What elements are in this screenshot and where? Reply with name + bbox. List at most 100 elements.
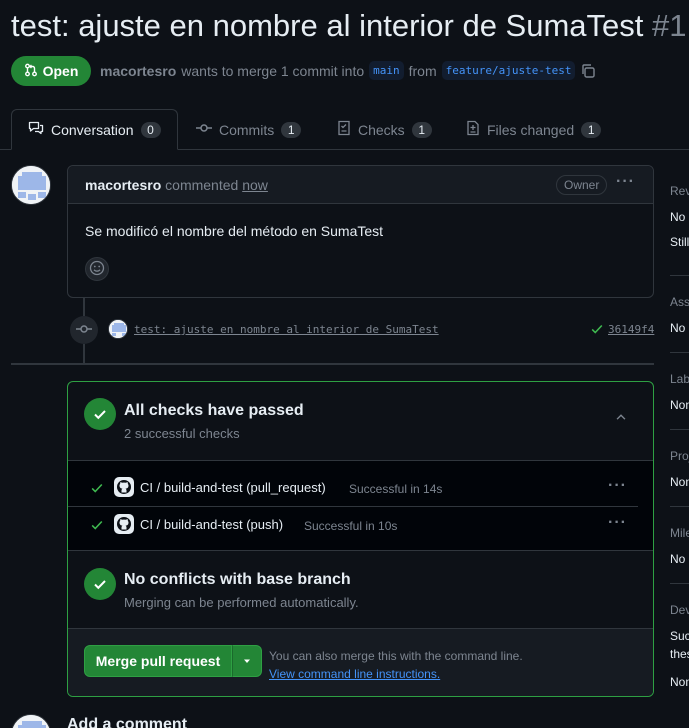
check-row[interactable]: CI / build-and-test (pull_request) Succe… [68, 469, 653, 506]
head-branch[interactable]: feature/ajuste-test [441, 61, 576, 80]
pull-request-icon [24, 63, 38, 80]
avatar[interactable] [11, 165, 51, 205]
comment-box: macortesro commented now Owner ··· Se mo… [67, 165, 654, 298]
smiley-icon [89, 260, 105, 279]
checklist-icon [337, 120, 351, 139]
tab-checks-label: Checks [358, 121, 405, 138]
sidebar-development-line1: Suc [670, 629, 689, 643]
tab-commits[interactable]: Commits 1 [196, 109, 302, 150]
conflicts-status-icon [84, 568, 116, 600]
pr-title-text: test: ajuste en nombre al interior de Su… [11, 8, 644, 43]
merge-area: Merge pull request You can also merge th… [68, 628, 653, 696]
check-name: CI / build-and-test (push) [140, 517, 284, 532]
check-icon [90, 518, 104, 535]
commit-timeline-badge [70, 316, 98, 344]
tab-commits-count: 1 [281, 121, 302, 138]
triangle-down-icon [242, 653, 252, 669]
timeline-divider [11, 363, 654, 365]
tab-files-changed-label: Files changed [487, 121, 575, 138]
tab-files-changed[interactable]: Files changed 1 [466, 109, 602, 150]
comment-header: macortesro commented now Owner ··· [68, 166, 653, 204]
pr-meta-text: wants to merge 1 commit into [181, 62, 365, 79]
commit-avatar[interactable] [108, 319, 128, 339]
tab-conversation[interactable]: Conversation 0 [11, 109, 178, 150]
check-row[interactable]: CI / build-and-test (push) Successful in… [68, 506, 653, 543]
base-branch[interactable]: main [369, 61, 404, 80]
sidebar-projects-value: Non [670, 475, 689, 489]
sidebar-reviewers-value: No [670, 210, 686, 224]
add-comment-title: Add a comment [67, 716, 188, 728]
checks-title: All checks have passed [124, 402, 304, 419]
checks-status-icon [84, 398, 116, 430]
chevron-up-icon[interactable] [614, 410, 628, 427]
merge-dropdown-button[interactable] [232, 645, 262, 677]
from-text: from [408, 62, 437, 79]
sidebar-labels-value: Non [670, 398, 689, 412]
sidebar-projects-heading: Proj [670, 449, 689, 463]
commit-icon [76, 321, 92, 340]
sidebar-assignees-value: No [670, 321, 686, 335]
conflicts-subtitle: Merging can be performed automatically. [124, 595, 359, 610]
merge-button[interactable]: Merge pull request [84, 645, 232, 677]
comment-action: commented [165, 177, 239, 193]
comment-author-line: macortesro commented now [85, 177, 268, 193]
tab-commits-label: Commits [219, 121, 275, 138]
sidebar-development-value: Non [670, 675, 689, 689]
commit-sha-link[interactable]: 36149f4 [608, 323, 654, 336]
merge-note: You can also merge this with the command… [269, 647, 523, 683]
conflicts-title: No conflicts with base branch [124, 571, 351, 588]
sidebar-divider [670, 583, 689, 584]
sidebar-divider [670, 429, 689, 430]
tab-checks[interactable]: Checks 1 [337, 109, 432, 150]
copy-icon[interactable] [580, 63, 596, 79]
sidebar-reviewers-heading: Rev [670, 184, 689, 198]
github-actions-icon [114, 477, 134, 497]
tab-conversation-count: 0 [140, 121, 161, 138]
kebab-menu-icon[interactable]: ··· [608, 514, 627, 532]
checks-list: CI / build-and-test (pull_request) Succe… [68, 460, 653, 551]
comment-time[interactable]: now [242, 177, 268, 193]
merge-box: All checks have passed 2 successful chec… [67, 381, 654, 697]
commit-message-link[interactable]: test: ajuste en nombre al interior de Su… [134, 323, 439, 336]
pr-meta: macortesro wants to merge 1 commit into … [100, 61, 596, 80]
sidebar-development-heading: Dev [670, 603, 689, 617]
owner-badge: Owner [556, 175, 608, 195]
sidebar-development-line2: thes [670, 647, 689, 661]
comment-author[interactable]: macortesro [85, 177, 161, 193]
checks-subtitle: 2 successful checks [124, 426, 240, 441]
sidebar-reviewers-note: Still [670, 235, 689, 249]
add-reaction-button[interactable] [85, 257, 109, 281]
timeline-line [83, 344, 85, 363]
timeline-line [83, 298, 85, 316]
check-status: Successful in 10s [304, 519, 398, 533]
pr-title: test: ajuste en nombre al interior de Su… [11, 8, 687, 44]
command-line-instructions-link[interactable]: View command line instructions. [269, 665, 523, 683]
check-icon [90, 481, 104, 498]
pr-state-badge: Open [11, 56, 91, 86]
sidebar-divider [670, 506, 689, 507]
kebab-menu-icon[interactable]: ··· [616, 173, 635, 191]
sidebar-divider [670, 275, 689, 276]
check-icon [590, 322, 604, 339]
merge-note-text: You can also merge this with the command… [269, 649, 523, 663]
pr-number: #1 [652, 8, 687, 43]
comment-body: Se modificó el nombre del método en Suma… [85, 223, 384, 239]
github-actions-icon [114, 514, 134, 534]
sidebar-milestone-heading: Mile [670, 526, 689, 540]
kebab-menu-icon[interactable]: ··· [608, 477, 627, 495]
tab-files-changed-count: 1 [581, 121, 602, 138]
sidebar-divider [670, 352, 689, 353]
file-diff-icon [466, 120, 480, 139]
tab-checks-count: 1 [411, 121, 432, 138]
commit-icon [196, 120, 212, 139]
pr-author-link[interactable]: macortesro [100, 63, 176, 79]
pr-state-label: Open [42, 63, 79, 79]
check-name: CI / build-and-test (pull_request) [140, 480, 326, 495]
check-status: Successful in 14s [349, 482, 443, 496]
sidebar-assignees-heading: Ass [670, 295, 689, 309]
sidebar-labels-heading: Lab [670, 372, 689, 386]
tab-conversation-label: Conversation [51, 121, 134, 138]
sidebar-milestone-value: No [670, 552, 686, 566]
conversation-icon [28, 120, 44, 139]
avatar[interactable] [11, 714, 51, 728]
